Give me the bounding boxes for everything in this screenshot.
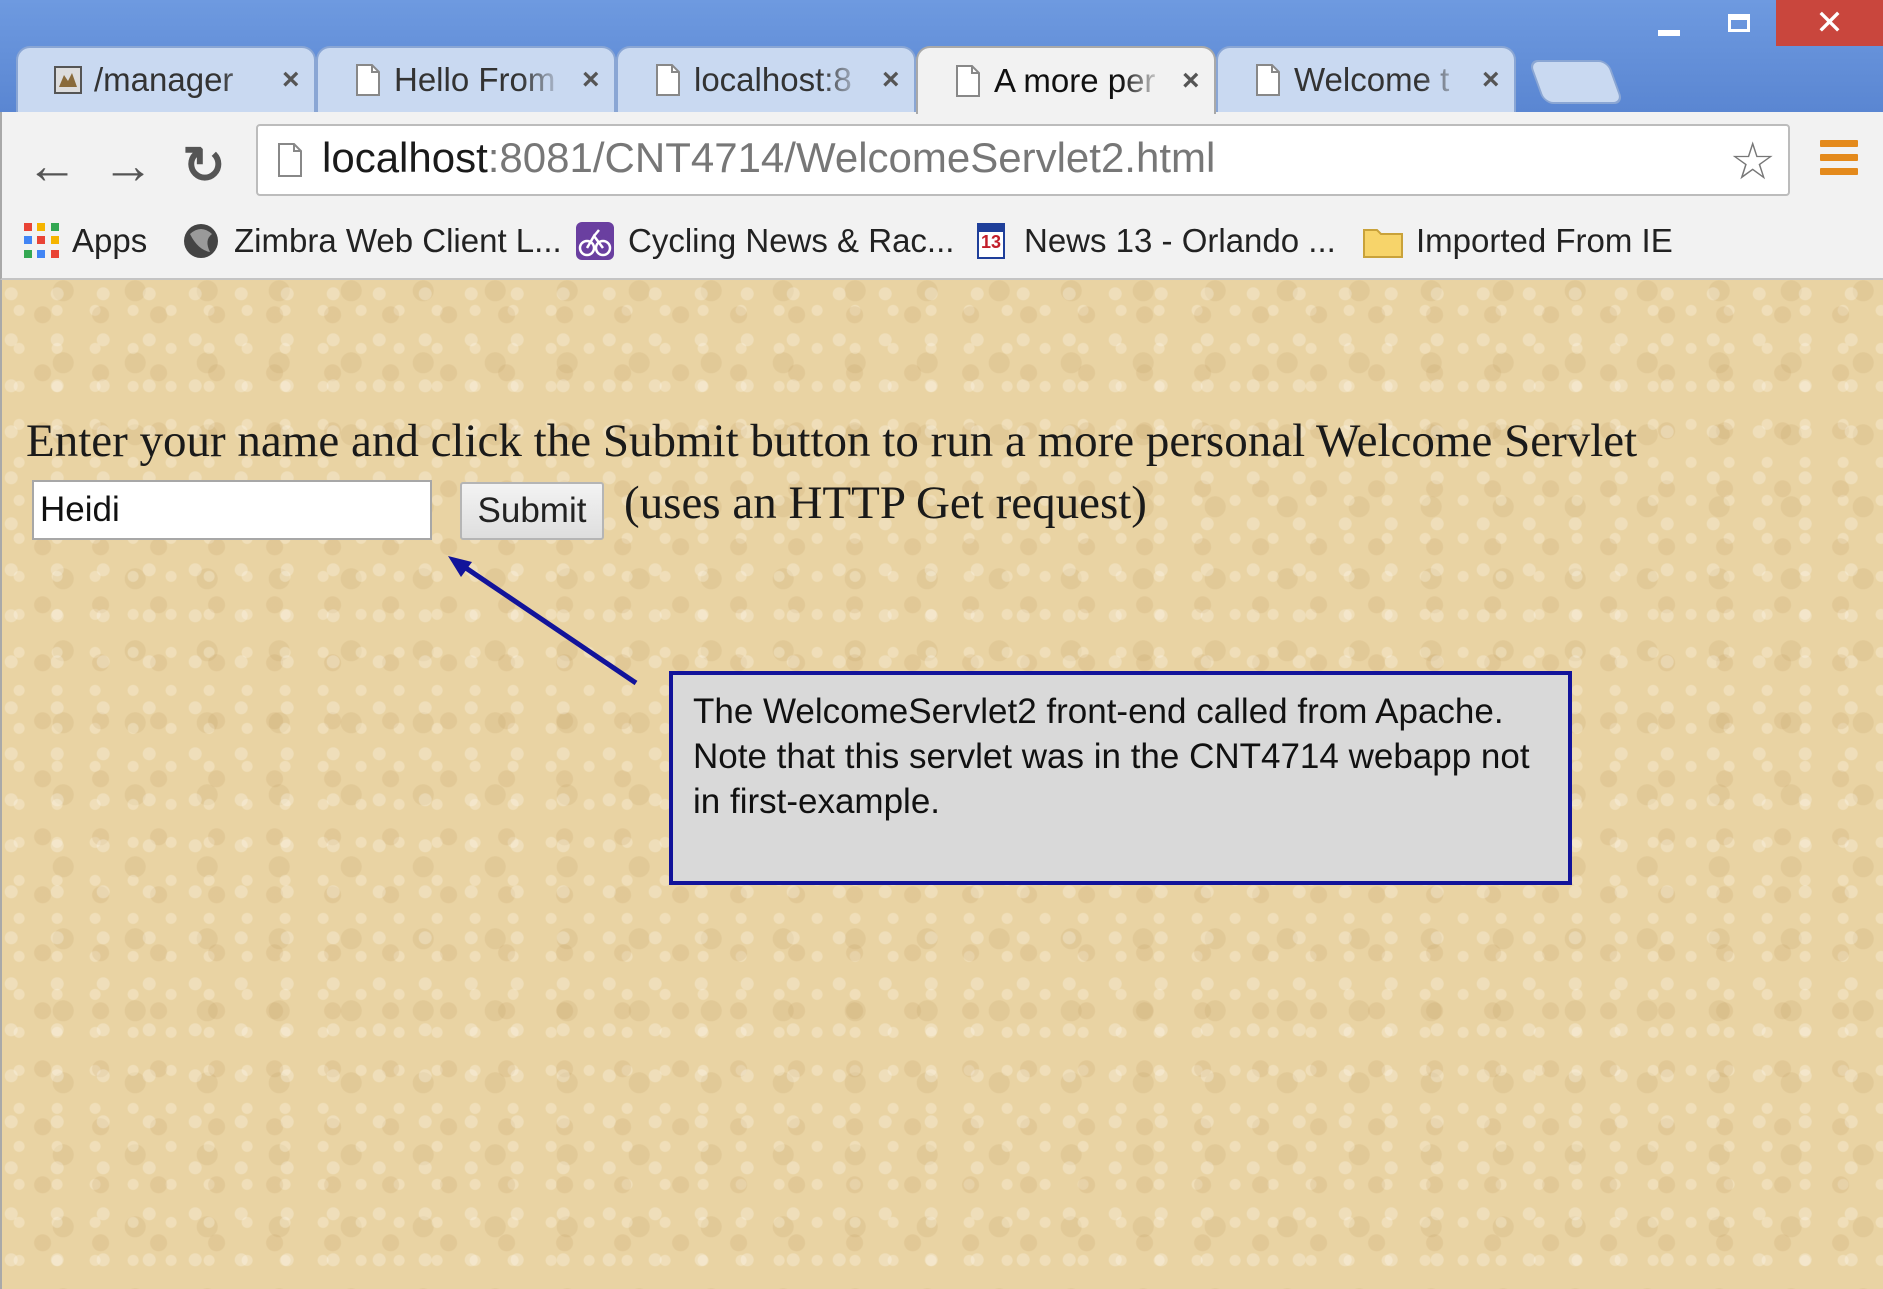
cycling-icon bbox=[576, 222, 614, 260]
bookmark-label: Cycling News & Rac... bbox=[628, 222, 955, 259]
menu-icon[interactable] bbox=[1820, 140, 1858, 180]
back-arrow-icon: ← bbox=[26, 137, 78, 195]
tab-welcome[interactable]: Welcome t × bbox=[1216, 46, 1516, 112]
bookmark-imported-from-ie[interactable]: Imported From IE bbox=[1362, 218, 1673, 264]
new-tab-button[interactable] bbox=[1527, 60, 1625, 104]
bookmark-label: Apps bbox=[72, 222, 148, 259]
bookmark-label: Zimbra Web Client L... bbox=[234, 222, 562, 259]
svg-text:13: 13 bbox=[981, 232, 1001, 252]
tab-close-icon[interactable]: × bbox=[1482, 63, 1500, 97]
bookmark-star-icon[interactable]: ☆ bbox=[1729, 132, 1776, 192]
maximize-icon bbox=[1728, 14, 1750, 32]
submit-button[interactable]: Submit bbox=[460, 482, 604, 540]
annotation-callout: The WelcomeServlet2 front-end called fro… bbox=[669, 671, 1572, 885]
news13-icon: 13 bbox=[977, 223, 1005, 259]
folder-icon bbox=[1363, 229, 1403, 258]
page-icon bbox=[656, 64, 680, 96]
close-window-button[interactable]: ✕ bbox=[1776, 0, 1883, 46]
tab-title: Hello From bbox=[394, 61, 556, 98]
url-path: :8081/CNT4714/WelcomeServlet2.html bbox=[487, 134, 1216, 181]
page-icon bbox=[356, 64, 380, 96]
bookmark-zimbra[interactable]: Zimbra Web Client L... bbox=[180, 218, 562, 264]
title-bar: ✕ /manager × Hello From × localhost:8 × … bbox=[0, 0, 1883, 114]
apps-grid-icon bbox=[24, 223, 60, 259]
page-prompt: Enter your name and click the Submit but… bbox=[26, 415, 1638, 467]
tab-close-icon[interactable]: × bbox=[882, 63, 900, 97]
get-request-note: (uses an HTTP Get request) bbox=[624, 477, 1147, 529]
page-content: Enter your name and click the Submit but… bbox=[0, 280, 1883, 1289]
page-icon bbox=[956, 65, 980, 97]
tab-a-more-personal[interactable]: A more per × bbox=[916, 46, 1216, 114]
url-host: localhost bbox=[322, 134, 488, 181]
address-bar[interactable]: localhost:8081/CNT4714/WelcomeServlet2.h… bbox=[256, 124, 1790, 196]
name-input[interactable] bbox=[32, 480, 432, 540]
page-icon bbox=[1256, 64, 1280, 96]
tab-close-icon[interactable]: × bbox=[582, 63, 600, 97]
tab-title: /manager bbox=[94, 61, 234, 98]
zimbra-icon bbox=[184, 224, 218, 258]
tab-title: localhost:8 bbox=[694, 61, 852, 98]
bookmark-label: Imported From IE bbox=[1416, 222, 1673, 259]
tab-localhost[interactable]: localhost:8 × bbox=[616, 46, 916, 112]
bookmark-news13[interactable]: 13 News 13 - Orlando ... bbox=[972, 218, 1336, 264]
forward-button[interactable]: → bbox=[98, 136, 158, 196]
maximize-button[interactable] bbox=[1710, 0, 1768, 46]
minimize-button[interactable] bbox=[1640, 0, 1698, 46]
tab-title: A more per bbox=[994, 62, 1156, 99]
page-icon bbox=[278, 143, 302, 177]
bookmark-apps[interactable]: Apps bbox=[24, 218, 147, 264]
close-icon: ✕ bbox=[1815, 4, 1844, 42]
tab-hello-from[interactable]: Hello From × bbox=[316, 46, 616, 112]
reload-button[interactable]: ↻ bbox=[174, 136, 234, 196]
bookmark-label: News 13 - Orlando ... bbox=[1024, 222, 1336, 259]
tab-close-icon[interactable]: × bbox=[1182, 64, 1200, 98]
forward-arrow-icon: → bbox=[102, 137, 154, 195]
tab-title: Welcome t bbox=[1294, 61, 1450, 98]
back-button[interactable]: ← bbox=[22, 136, 82, 196]
minimize-icon bbox=[1658, 30, 1680, 36]
tab-close-icon[interactable]: × bbox=[282, 63, 300, 97]
reload-icon: ↻ bbox=[182, 137, 226, 195]
tab-manager[interactable]: /manager × bbox=[16, 46, 316, 112]
tomcat-icon bbox=[54, 66, 82, 94]
url-text[interactable]: localhost:8081/CNT4714/WelcomeServlet2.h… bbox=[322, 134, 1215, 182]
bookmark-cycling-news[interactable]: Cycling News & Rac... bbox=[574, 218, 954, 264]
bookmarks-bar: Apps Zimbra Web Client L... Cycling News… bbox=[0, 204, 1883, 280]
